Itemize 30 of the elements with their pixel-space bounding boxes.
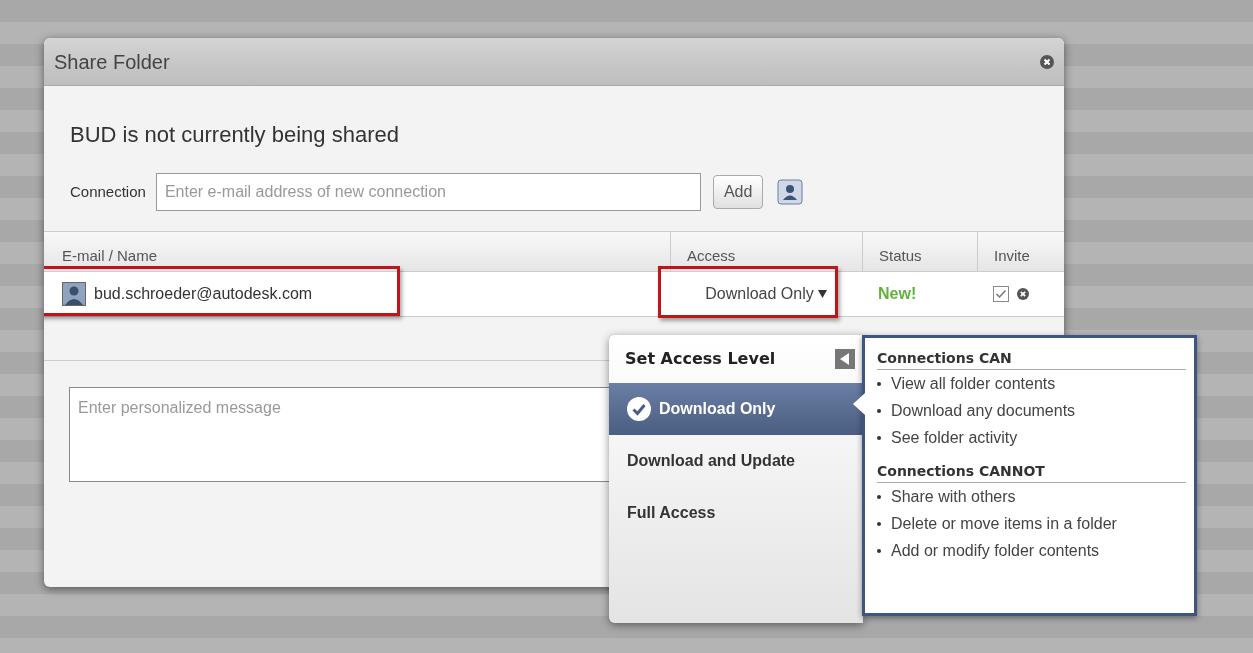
permissions-heading: Connections CANNOT: [877, 461, 1186, 483]
access-option[interactable]: Download Only: [609, 383, 863, 435]
email-text: bud.schroeder@autodesk.com: [94, 284, 313, 304]
contact-card-icon[interactable]: [777, 179, 804, 205]
bullet-icon: [877, 435, 881, 440]
bullet-icon: [877, 521, 881, 526]
close-icon[interactable]: [1040, 54, 1054, 69]
bullet-icon: [877, 494, 881, 499]
permission-item: Share with others: [891, 486, 1016, 507]
connection-label: Connection: [70, 181, 146, 202]
permissions-heading: Connections CAN: [877, 348, 1186, 370]
email-input-field[interactable]: Enter e-mail address of new connection: [155, 173, 701, 211]
popup-title: Set Access Level: [625, 348, 776, 370]
user-avatar-icon: [62, 282, 86, 306]
dropdown-caret-icon: [817, 290, 827, 298]
bullet-icon: [877, 548, 881, 553]
close-icon[interactable]: [1017, 288, 1029, 300]
permission-item: Delete or move items in a folder: [891, 513, 1117, 534]
access-dropdown[interactable]: Download Only: [705, 282, 827, 306]
bullet-icon: [877, 381, 881, 386]
bullet-icon: [877, 408, 881, 413]
check-circle-icon: [627, 397, 651, 421]
status-text: New!: [878, 285, 917, 302]
invite-checkbox[interactable]: [993, 286, 1009, 302]
column-header: E-mail / Name: [61, 245, 159, 266]
access-option[interactable]: Full Access: [609, 487, 863, 539]
dialog-heading: BUD is not currently being shared: [69, 121, 400, 149]
window-title: Share Folder: [54, 49, 170, 75]
add-button[interactable]: Add: [712, 175, 764, 209]
permission-item: Add or modify folder contents: [891, 540, 1100, 561]
